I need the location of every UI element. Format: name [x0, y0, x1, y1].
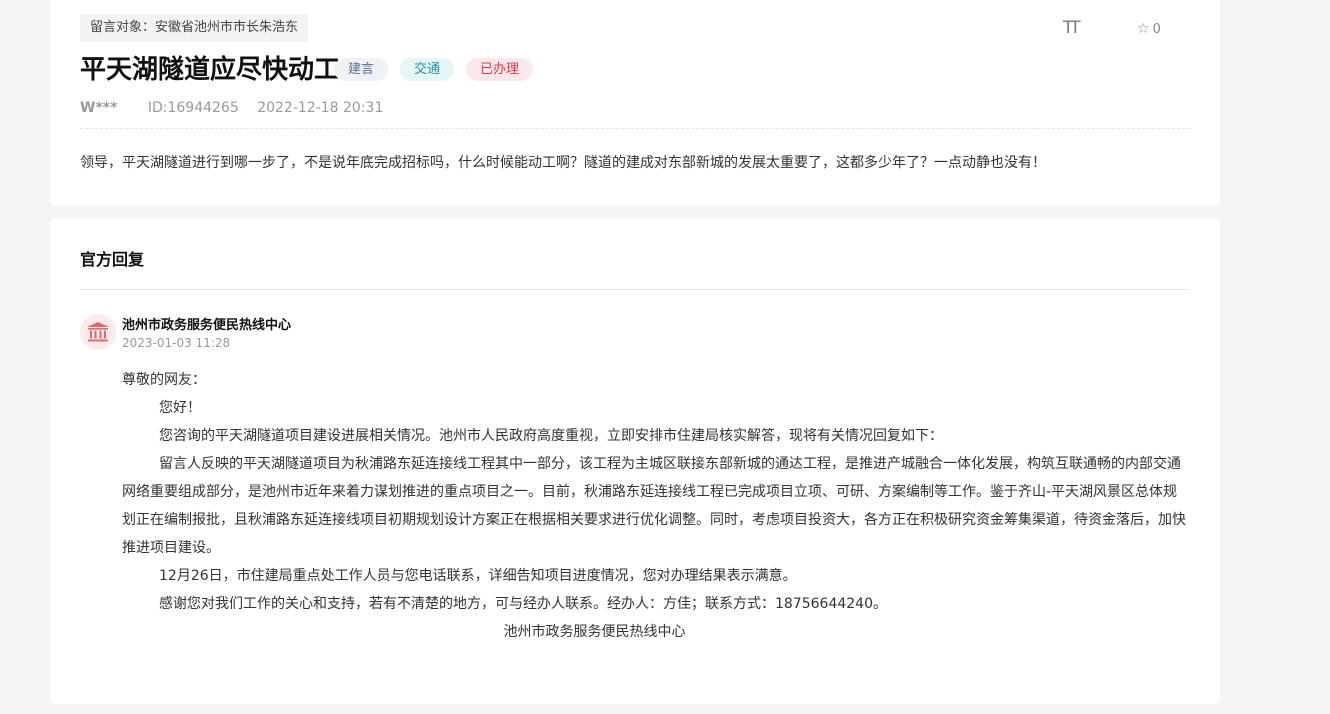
divider [80, 128, 1190, 129]
star-outline-icon: ☆ [1137, 21, 1150, 37]
message-tags: 建言 交通 已办理 [334, 58, 534, 81]
divider [80, 289, 1190, 290]
tag-category: 交通 [400, 58, 455, 81]
tag-type: 建言 [334, 58, 389, 81]
reply-greeting: 您好！ [159, 400, 201, 416]
reply-paragraph: 12月26日，市住建局重点处工作人员与您电话联系，详细告知项目进度情况，您对办理… [159, 568, 797, 584]
message-target: 留言对象：安徽省池州市市长朱浩东 [80, 14, 309, 42]
message-time: 2022-12-18 20:31 [257, 100, 384, 116]
reply-salutation: 尊敬的网友： [122, 372, 206, 388]
message-meta: W*** ID:16944265 2022-12-18 20:31 [80, 100, 383, 116]
reply-body: 尊敬的网友： 您好！ 您咨询的平天湖隧道项目建设进展相关情况。池州市人民政府高度… [122, 366, 1190, 646]
reply-paragraph: 感谢您对我们工作的关心和支持，若有不清楚的地方，可与经办人联系。经办人：方佳；联… [159, 596, 887, 612]
message-title: 平天湖隧道应尽快动工 [80, 55, 341, 85]
message-content: 领导，平天湖隧道进行到哪一步了，不是说年底完成招标吗，什么时候能动工啊？隧道的建… [80, 155, 1046, 171]
avatar [80, 314, 116, 350]
status-badge: 已办理 [466, 58, 534, 81]
message-card: 留言对象：安徽省池州市市长朱浩东 TT ☆ 0 平天湖隧道应尽快动工 建言 交通 … [50, 0, 1220, 206]
reply-signature: 池州市政务服务便民热线中心 [503, 624, 686, 640]
reply-heading: 官方回复 [80, 250, 145, 269]
favorite-count: 0 [1152, 22, 1161, 37]
reply-paragraph: 留言人反映的平天湖隧道项目为秋浦路东延连接线工程其中一部分，该工程为主城区联接东… [122, 456, 1186, 556]
government-building-icon [87, 322, 109, 342]
message-id: ID:16944265 [147, 100, 239, 116]
reply-card: 官方回复 池州市政务服务便民热线中心 2023-01-03 11:28 尊敬的网… [50, 218, 1220, 704]
reply-paragraph: 您咨询的平天湖隧道项目建设进展相关情况。池州市人民政府高度重视，立即安排市住建局… [159, 428, 943, 444]
favorite-button[interactable]: ☆ 0 [1137, 21, 1161, 37]
reply-org-name: 池州市政务服务便民热线中心 [122, 318, 292, 333]
message-user: W*** [80, 100, 118, 116]
reply-time: 2023-01-03 11:28 [122, 336, 231, 350]
font-size-toggle-icon[interactable]: TT [1063, 18, 1081, 38]
